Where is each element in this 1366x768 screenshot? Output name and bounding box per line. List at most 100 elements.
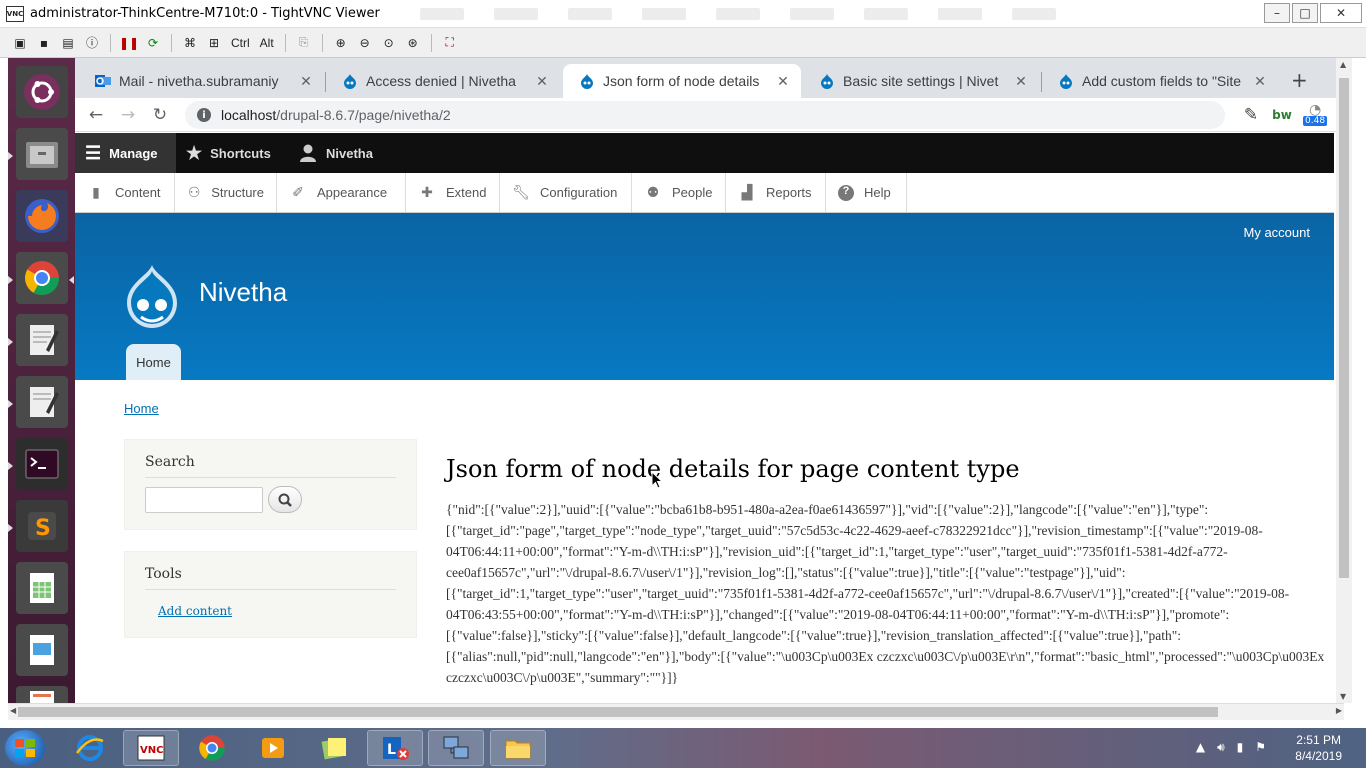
start-button[interactable] [5, 730, 45, 766]
tray-appearance[interactable]: ✐ Appearance [277, 173, 406, 212]
zoom-out-icon[interactable]: ⊖ [355, 33, 375, 53]
toolbar-user[interactable]: Nivetha [290, 133, 383, 173]
eyedropper-extension-icon[interactable]: ✎ [1240, 104, 1262, 126]
drupal-admin-toolbar: ☰ Manage ★ Shortcuts Nivetha [75, 133, 1334, 173]
refresh-icon[interactable]: ⟳ [143, 33, 163, 53]
spreadsheet-icon[interactable] [16, 562, 68, 614]
tray-structure[interactable]: ⚇ Structure [175, 173, 277, 212]
tab-mail[interactable]: Mail - nivetha.subramaniy ✕ [79, 64, 324, 98]
tab-close-icon[interactable]: ✕ [534, 73, 550, 90]
options-icon[interactable]: ▤ [58, 33, 78, 53]
site-info-icon[interactable]: i [197, 108, 211, 122]
tray-people[interactable]: ⚉ People [632, 173, 726, 212]
zoom-auto-icon[interactable]: ⊛ [403, 33, 423, 53]
save-icon[interactable]: ▪ [34, 33, 54, 53]
horizontal-scroll-thumb[interactable] [18, 707, 1218, 717]
battery-icon[interactable]: ▮ [1237, 740, 1244, 755]
ctrl-alt-del-icon[interactable]: ⌘ [180, 33, 200, 53]
breadcrumb-home[interactable]: Home [124, 401, 159, 416]
tab-close-icon[interactable]: ✕ [298, 73, 314, 90]
main-menu-home[interactable]: Home [126, 344, 181, 380]
volume-icon[interactable]: 🔊︎ [1217, 740, 1225, 755]
ubuntu-dash-icon[interactable] [16, 66, 68, 118]
zoom-100-icon[interactable]: ⊙ [379, 33, 399, 53]
bw-extension-icon[interactable]: bw [1271, 104, 1293, 126]
minimize-button[interactable]: – [1264, 2, 1290, 23]
toolbar-manage[interactable]: ☰ Manage [75, 133, 176, 173]
reload-icon[interactable]: ↻ [149, 104, 171, 126]
new-connection-icon[interactable]: ▣ [10, 33, 30, 53]
network-connection-icon[interactable] [428, 730, 484, 766]
chrome-icon[interactable] [16, 252, 68, 304]
tray-content[interactable]: ▮ Content [75, 173, 175, 212]
search-input[interactable] [145, 487, 263, 513]
tab-close-icon[interactable]: ✕ [775, 73, 791, 90]
site-header: My account Nivetha Home [75, 213, 1334, 380]
site-name[interactable]: Nivetha [199, 277, 287, 308]
my-account-link[interactable]: My account [1244, 225, 1310, 240]
maximize-button[interactable]: □ [1292, 2, 1318, 23]
close-button[interactable]: ✕ [1320, 2, 1362, 23]
internet-explorer-icon[interactable] [62, 730, 118, 766]
tab-close-icon[interactable]: ✕ [1013, 73, 1029, 90]
wrench-icon: 🔧︎ [512, 184, 530, 200]
back-icon[interactable]: ← [85, 104, 107, 126]
star-icon: ★ [186, 142, 203, 163]
speed-extension-icon[interactable]: 0.48 ◔ [1303, 102, 1331, 126]
chrome-taskbar-icon[interactable] [184, 730, 240, 766]
lync-icon[interactable]: L [367, 730, 423, 766]
document-icon[interactable] [16, 686, 68, 703]
new-tab-button[interactable]: + [1291, 68, 1308, 92]
sublime-text-icon[interactable]: S [16, 500, 68, 552]
media-player-icon[interactable] [245, 730, 301, 766]
pause-icon[interactable]: ❚❚ [119, 33, 139, 53]
vertical-scroll-thumb[interactable] [1339, 78, 1349, 578]
presentation-icon[interactable] [16, 624, 68, 676]
search-icon [278, 493, 292, 507]
terminal-icon[interactable] [16, 438, 68, 490]
tab-add-custom-fields[interactable]: Add custom fields to "Site ✕ [1042, 64, 1278, 98]
search-button[interactable] [268, 486, 302, 513]
files-icon[interactable] [16, 128, 68, 180]
text-editor-2-icon[interactable] [16, 376, 68, 428]
tightvnc-taskbar-icon[interactable]: VNC [123, 730, 179, 766]
action-center-flag-icon[interactable]: ⚑ [1255, 740, 1266, 755]
info-icon[interactable]: ⓘ [82, 33, 102, 53]
horizontal-scrollbar[interactable]: ◀ ▶ [8, 703, 1344, 720]
tray-label: Configuration [540, 185, 618, 200]
tray-help[interactable]: ? Help [826, 173, 907, 212]
fullscreen-icon[interactable]: ⛶ [440, 33, 460, 53]
tray-label: Reports [766, 185, 812, 200]
sticky-notes-icon[interactable] [306, 730, 362, 766]
tab-access-denied[interactable]: Access denied | Nivetha ✕ [326, 64, 560, 98]
reports-icon: ▟ [741, 184, 753, 200]
tray-extend[interactable]: ✚ Extend [406, 173, 500, 212]
drupal-logo-icon[interactable] [123, 263, 181, 331]
vnc-title-bar: VNC administrator-ThinkCentre-M710t:0 - … [0, 0, 1366, 28]
show-hidden-icons-icon[interactable]: ▲ [1196, 740, 1205, 755]
text-editor-icon[interactable] [16, 314, 68, 366]
forward-icon[interactable]: → [117, 104, 139, 126]
tray-configuration[interactable]: 🔧︎ Configuration [500, 173, 632, 212]
firefox-icon[interactable] [16, 190, 68, 242]
win-key-icon[interactable]: ⊞ [204, 33, 224, 53]
vertical-scrollbar[interactable]: ▲ ▼ [1336, 58, 1352, 703]
add-content-link[interactable]: Add content [158, 604, 232, 618]
system-clock[interactable]: 2:51 PM 8/4/2019 [1295, 732, 1342, 764]
svg-text:L: L [387, 742, 396, 758]
ctrl-key-button[interactable]: Ctrl [228, 33, 253, 53]
url-host: localhost [221, 107, 277, 123]
transfer-icon[interactable]: ⎘ [294, 33, 314, 53]
toolbar-shortcuts[interactable]: ★ Shortcuts [176, 133, 281, 173]
outlook-icon [95, 75, 111, 87]
tray-reports[interactable]: ▟ Reports [726, 173, 826, 212]
clock-time: 2:51 PM [1296, 733, 1341, 747]
tab-json-form[interactable]: Json form of node details ✕ [563, 64, 801, 98]
file-explorer-icon[interactable] [490, 730, 546, 766]
tab-basic-site-settings[interactable]: Basic site settings | Nivet ✕ [803, 64, 1039, 98]
zoom-in-icon[interactable]: ⊕ [331, 33, 351, 53]
tab-label: Basic site settings | Nivet [843, 73, 999, 89]
alt-key-button[interactable]: Alt [257, 33, 277, 53]
address-bar[interactable]: i localhost/drupal-8.6.7/page/nivetha/2 [185, 101, 1225, 129]
tab-close-icon[interactable]: ✕ [1252, 73, 1268, 90]
